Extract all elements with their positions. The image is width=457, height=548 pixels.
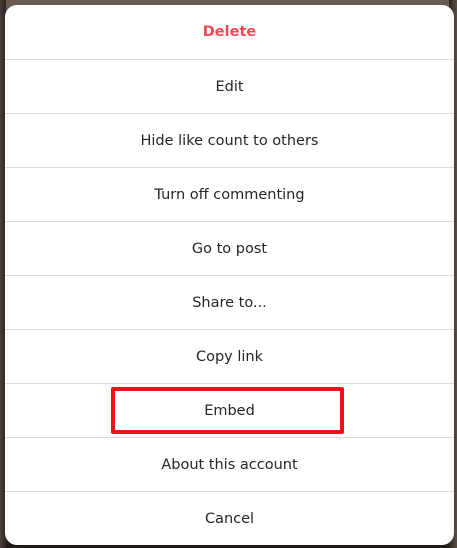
cancel-button[interactable]: Cancel [5, 491, 454, 545]
copy-link-label: Copy link [195, 348, 264, 365]
edit-button[interactable]: Edit [5, 59, 454, 113]
edit-label: Edit [215, 78, 244, 95]
share-to-label: Share to... [192, 294, 267, 311]
go-to-post-button[interactable]: Go to post [5, 221, 454, 275]
hide-like-count-label: Hide like count to others [140, 132, 319, 149]
embed-button[interactable]: Embed [5, 383, 454, 437]
copy-link-button[interactable]: Copy link [5, 329, 454, 383]
about-this-account-button[interactable]: About this account [5, 437, 454, 491]
turn-off-commenting-button[interactable]: Turn off commenting [5, 167, 454, 221]
embed-label: Embed [204, 402, 255, 419]
delete-label: Delete [202, 24, 257, 40]
hide-like-count-button[interactable]: Hide like count to others [5, 113, 454, 167]
cancel-label: Cancel [204, 510, 255, 527]
about-this-account-label: About this account [161, 456, 298, 473]
turn-off-commenting-label: Turn off commenting [154, 186, 305, 203]
delete-button[interactable]: Delete [5, 5, 454, 59]
go-to-post-label: Go to post [191, 240, 268, 257]
post-options-dialog: Delete Edit Hide like count to others Tu… [5, 5, 454, 545]
share-to-button[interactable]: Share to... [5, 275, 454, 329]
